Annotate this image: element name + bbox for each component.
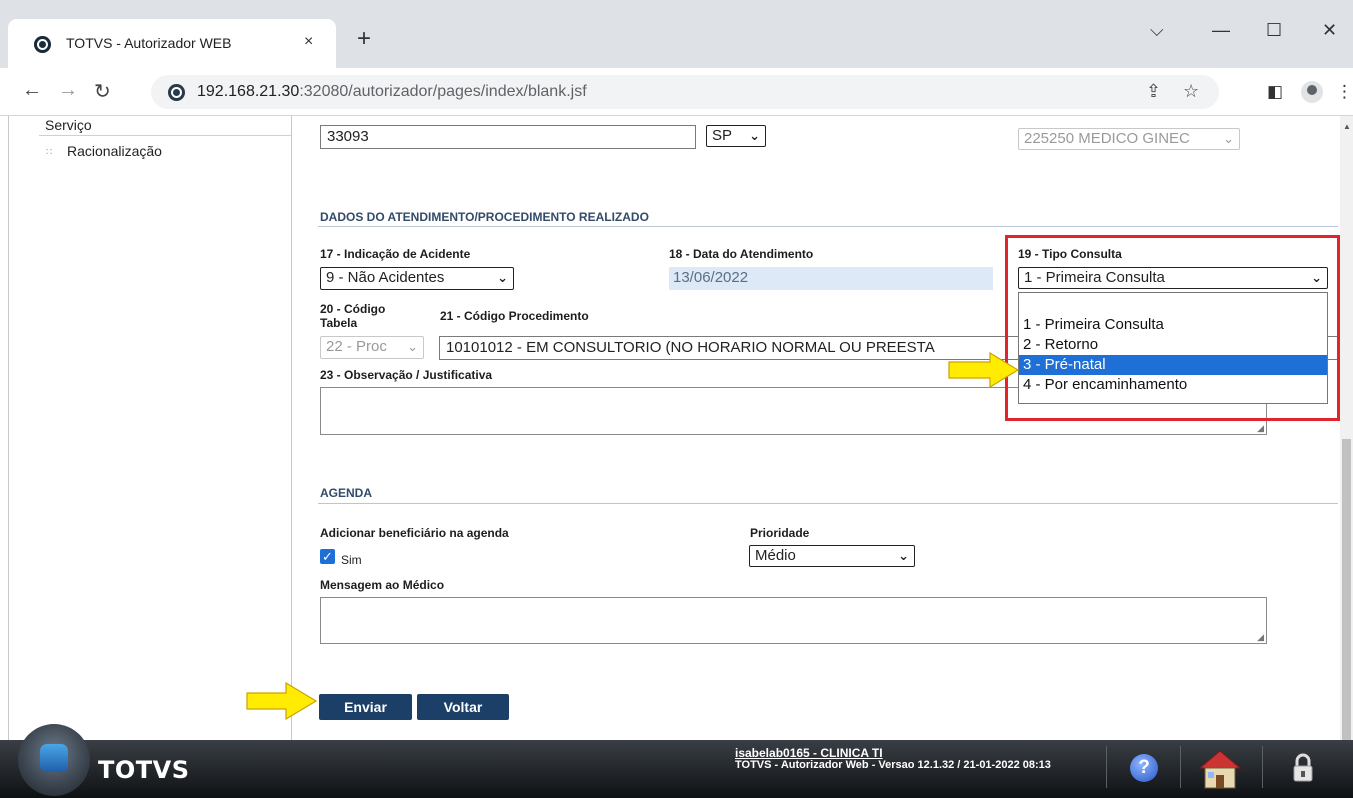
sim-checkbox-label[interactable]: Sim <box>341 553 362 567</box>
label-codigo-procedimento: 21 - Código Procedimento <box>440 309 589 323</box>
footer-version: TOTVS - Autorizador Web - Versao 12.1.32… <box>735 759 1051 771</box>
label-data-atendimento: 18 - Data do Atendimento <box>669 247 814 261</box>
scrollbar-thumb[interactable] <box>1342 439 1351 740</box>
footer-divider <box>1106 746 1107 788</box>
data-atendimento-field: 13/06/2022 <box>669 267 993 290</box>
prioridade-value: Médio <box>755 547 796 564</box>
footer-divider <box>1180 746 1181 788</box>
chevron-down-icon: ⌄ <box>898 548 909 563</box>
codigo-tabela-select: 22 - Proc ⌄ <box>320 336 424 359</box>
section-divider <box>318 226 1338 227</box>
site-info-icon[interactable] <box>168 84 185 101</box>
uf-select[interactable]: SP ⌄ <box>706 125 766 147</box>
voltar-button[interactable]: Voltar <box>417 694 509 720</box>
sidebar-item-racionalizacao[interactable]: Racionalização <box>67 143 162 159</box>
totvs-logo-icon <box>18 724 90 796</box>
resize-grip-icon[interactable]: ◢ <box>1257 632 1264 643</box>
footer-logo-text: TOTVS <box>98 756 190 784</box>
enviar-button[interactable]: Enviar <box>319 694 412 720</box>
indicacao-acidente-select[interactable]: 9 - Não Acidentes ⌄ <box>320 267 514 290</box>
sidebar-item-servico[interactable]: Serviço <box>45 117 92 133</box>
sidebar-bullet-icon: ∷ <box>46 147 53 158</box>
back-arrow-icon[interactable]: ← <box>22 79 42 102</box>
cbo-select-value: 225250 MEDICO GINEC <box>1024 130 1190 147</box>
page-content: Serviço ∷ Racionalização 33093 SP ⌄ 2252… <box>0 116 1353 740</box>
tab-search-chevron-icon[interactable]: ⌵ <box>1150 20 1164 41</box>
close-window-icon[interactable]: ✕ <box>1322 20 1337 41</box>
label-adicionar-agenda: Adicionar beneficiário na agenda <box>320 526 509 540</box>
address-bar[interactable]: 192.168.21.30:32080/autorizador/pages/in… <box>151 75 1219 109</box>
reload-icon[interactable]: ↻ <box>94 79 111 104</box>
chevron-down-icon: ⌄ <box>1223 131 1234 146</box>
totvs-footer: TOTVS isabelab0165 - CLINICA TI TOTVS - … <box>0 724 1353 798</box>
chevron-down-icon: ⌄ <box>749 128 760 143</box>
footer-user[interactable]: isabelab0165 - CLINICA TI <box>735 746 883 760</box>
indicacao-acidente-value: 9 - Não Acidentes <box>326 269 445 286</box>
help-icon[interactable]: ? <box>1130 754 1158 782</box>
prioridade-select[interactable]: Médio ⌄ <box>749 545 915 567</box>
profile-icon[interactable] <box>1301 81 1323 103</box>
footer-divider <box>1262 746 1263 788</box>
bookmark-star-icon[interactable]: ☆ <box>1183 81 1199 102</box>
annotation-arrow-icon <box>246 682 318 720</box>
conselho-number-input[interactable]: 33093 <box>320 125 696 149</box>
mensagem-medico-textarea[interactable]: ◢ <box>320 597 1267 644</box>
tab-close-icon[interactable]: × <box>304 33 313 51</box>
page-scrollbar[interactable]: ▲ <box>1340 116 1353 740</box>
label-indicacao-acidente: 17 - Indicação de Acidente <box>320 247 471 261</box>
cbo-select: 225250 MEDICO GINEC ⌄ <box>1018 128 1240 150</box>
section-title-atendimento: DADOS DO ATENDIMENTO/PROCEDIMENTO REALIZ… <box>320 210 649 224</box>
url-path: :32080/autorizador/pages/index/blank.jsf <box>299 83 587 100</box>
scroll-up-icon[interactable]: ▲ <box>1343 122 1351 131</box>
label-codigo-tabela-1: 20 - Código <box>320 302 386 316</box>
browser-toolbar: ← → ↻ 192.168.21.30:32080/autorizador/pa… <box>0 68 1353 116</box>
minimize-icon[interactable]: — <box>1212 20 1230 41</box>
sidebar-divider <box>39 135 291 136</box>
uf-select-value: SP <box>712 127 733 144</box>
browser-tab[interactable]: TOTVS - Autorizador WEB × <box>8 19 336 68</box>
label-prioridade: Prioridade <box>750 526 810 540</box>
lock-icon[interactable] <box>1292 753 1314 783</box>
sidebar: Serviço ∷ Racionalização <box>8 116 292 740</box>
label-observacao: 23 - Observação / Justificativa <box>320 368 493 382</box>
side-panel-icon[interactable]: ◧ <box>1267 82 1283 102</box>
resize-grip-icon[interactable]: ◢ <box>1257 423 1264 434</box>
menu-dots-icon[interactable]: ⋮ <box>1336 82 1353 102</box>
label-codigo-tabela-2: Tabela <box>320 316 358 330</box>
section-title-agenda: AGENDA <box>320 486 373 500</box>
maximize-icon[interactable]: ☐ <box>1266 20 1282 41</box>
totvs-favicon-icon <box>34 36 51 53</box>
chevron-down-icon: ⌄ <box>407 339 418 354</box>
tab-title: TOTVS - Autorizador WEB <box>66 35 232 51</box>
url-text[interactable]: 192.168.21.30:32080/autorizador/pages/in… <box>197 83 587 101</box>
forward-arrow-icon[interactable]: → <box>58 79 78 102</box>
home-icon[interactable] <box>1196 748 1244 790</box>
share-icon[interactable]: ⇪ <box>1146 81 1161 102</box>
url-host: 192.168.21.30 <box>197 83 300 100</box>
highlight-box <box>1005 235 1340 421</box>
section-divider <box>318 503 1338 504</box>
label-mensagem-medico: Mensagem ao Médico <box>320 578 445 592</box>
annotation-arrow-icon <box>948 352 1020 388</box>
browser-tab-strip: TOTVS - Autorizador WEB × + ⌵ — ☐ ✕ <box>0 0 1353 68</box>
sim-checkbox[interactable]: ✓ <box>320 549 335 564</box>
new-tab-icon[interactable]: + <box>357 27 371 51</box>
totvs-logo-core <box>40 744 68 772</box>
codigo-tabela-value: 22 - Proc <box>326 338 387 355</box>
chevron-down-icon: ⌄ <box>497 270 508 285</box>
